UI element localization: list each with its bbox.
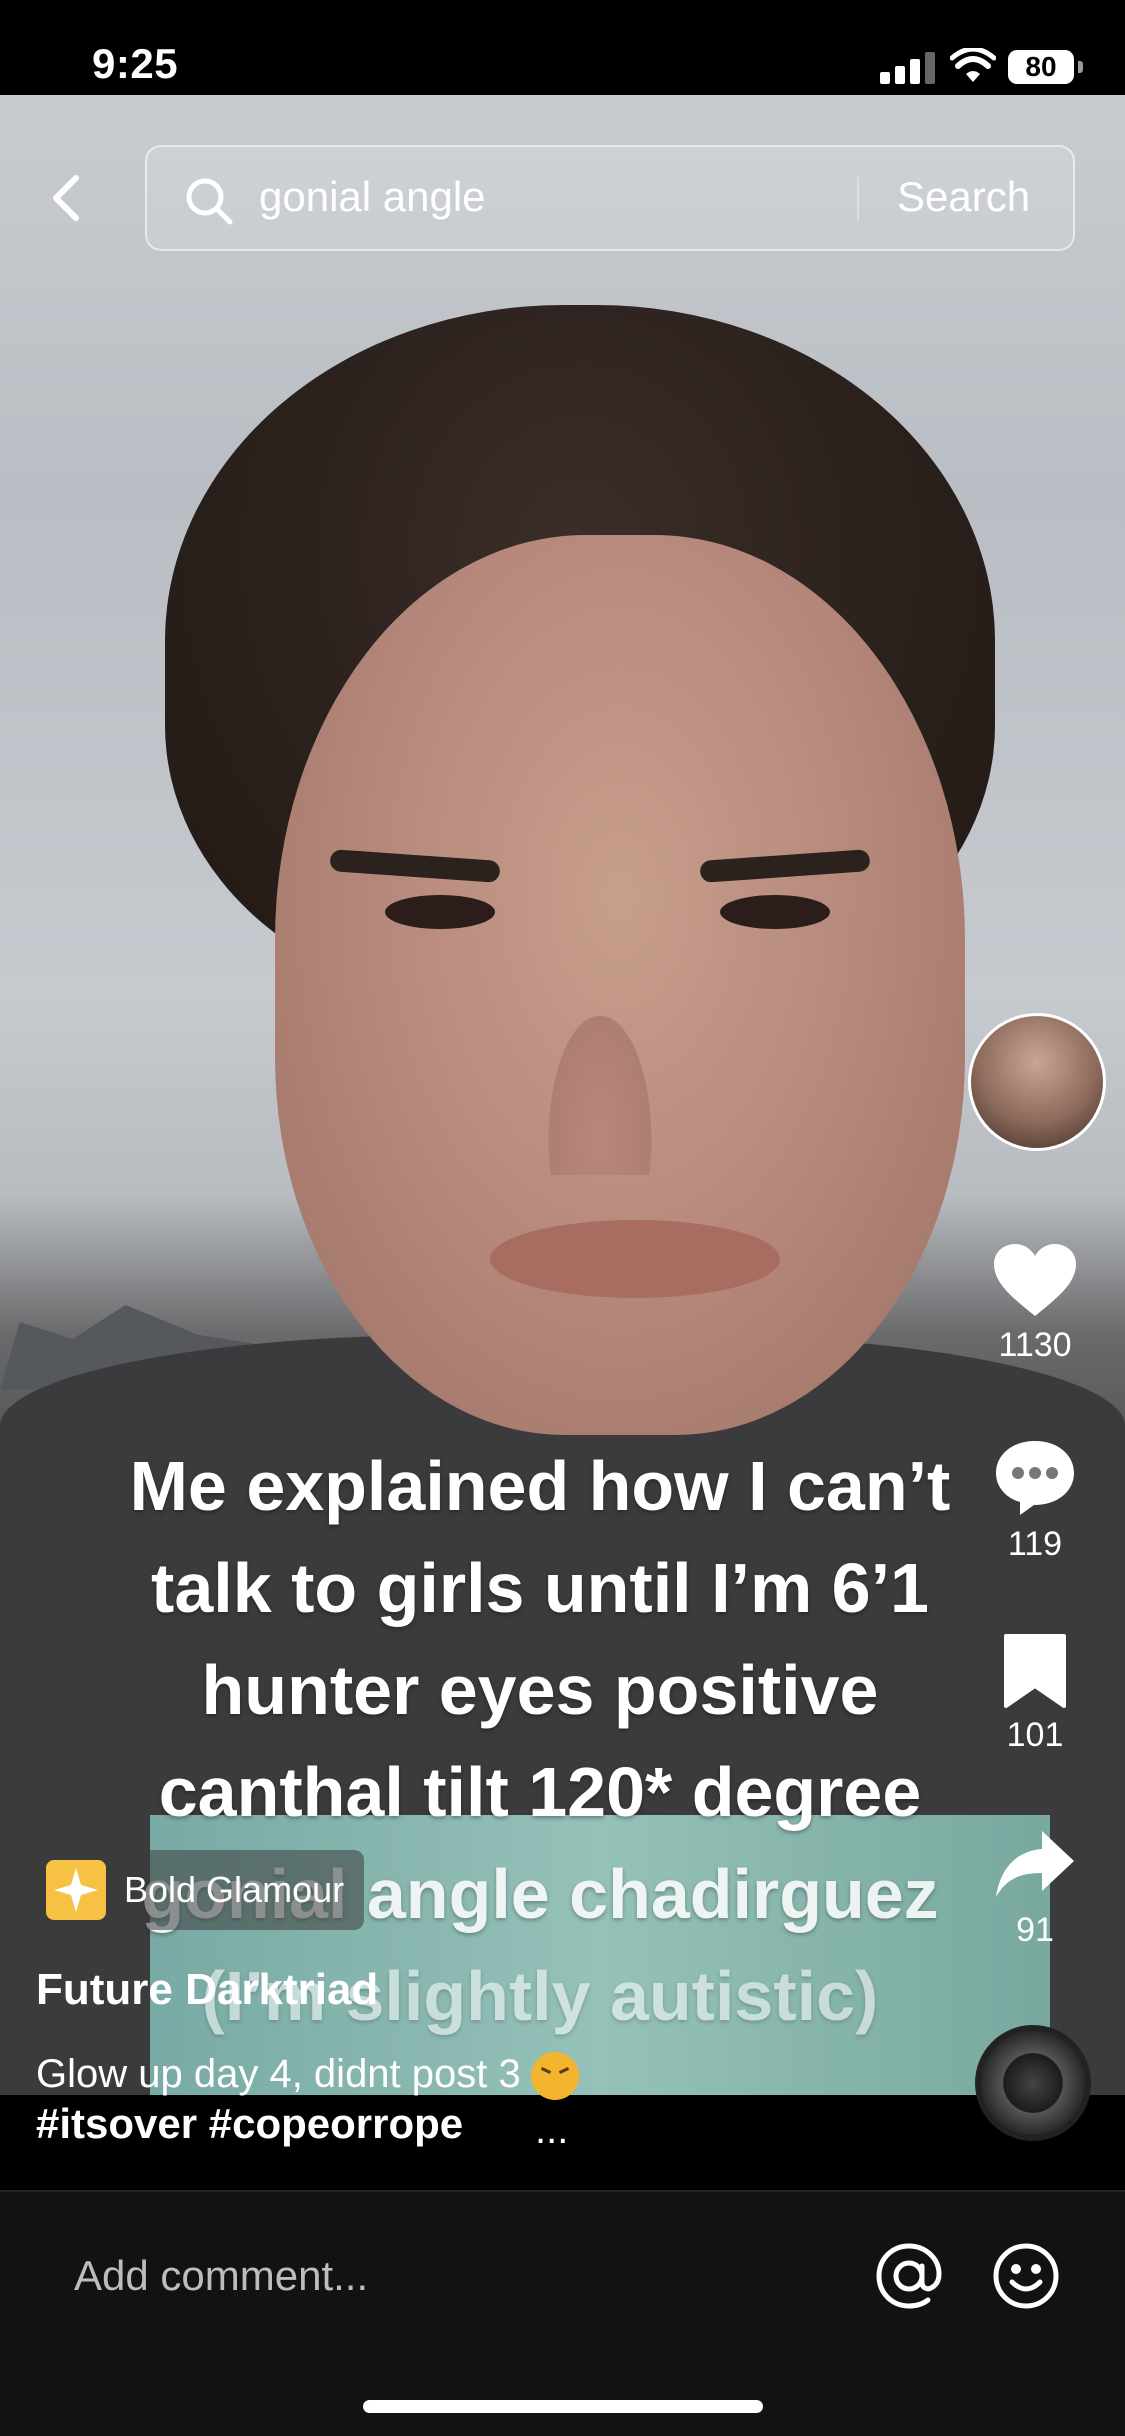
mouth (490, 1220, 780, 1298)
bookmark-icon (1004, 1634, 1066, 1708)
caption-line: canthal tilt 120* degree (158, 1753, 922, 1831)
bookmark-button[interactable]: 101 (960, 1630, 1110, 1755)
search-bar[interactable]: gonial angle Search (145, 145, 1075, 251)
creator-avatar[interactable] (968, 1013, 1106, 1151)
video-caption-overlay: Me explained how I can’t talk to girls u… (80, 1435, 1000, 2047)
comment-count: 119 (1007, 1525, 1063, 1563)
creator-username[interactable]: Future Darktriad (36, 1965, 378, 2015)
sparkle-icon (46, 1860, 106, 1920)
effect-name: Bold Glamour (124, 1869, 345, 1910)
persevering-face-emoji-icon (530, 2052, 579, 2101)
effect-tag[interactable]: Bold Glamour (30, 1850, 365, 1930)
search-divider (857, 177, 859, 221)
wifi-icon (950, 48, 996, 82)
nose (540, 995, 660, 1175)
add-comment-input[interactable]: Add comment... (74, 2252, 368, 2300)
back-chevron-icon[interactable] (40, 170, 96, 226)
tiktok-video-screen: 9:25 80 gonial angle Search Me explained… (0, 0, 1125, 2436)
at-sign-icon[interactable] (873, 2240, 945, 2312)
share-count: 91 (1016, 1911, 1054, 1949)
description-text: Glow up day 4, didnt post 3 (36, 2052, 521, 2096)
share-button[interactable]: 91 (960, 1825, 1110, 1950)
caption-line: hunter eyes positive (201, 1651, 879, 1729)
caption-line: talk to girls until I’m 6’1 (151, 1549, 929, 1627)
status-bar: 9:25 80 (0, 0, 1125, 95)
subject-face (275, 535, 965, 1435)
status-time: 9:25 (92, 40, 179, 87)
more-description-button[interactable]: ... (535, 2108, 568, 2153)
smiley-icon[interactable] (990, 2240, 1062, 2312)
music-disc-icon[interactable] (975, 2025, 1091, 2141)
comment-button[interactable]: 119 (960, 1435, 1110, 1564)
comment-bar: Add comment... (0, 2190, 1125, 2436)
bookmark-count: 101 (1006, 1716, 1064, 1754)
search-query-text[interactable]: gonial angle (259, 173, 486, 221)
left-eye (385, 895, 495, 929)
like-count: 1130 (998, 1326, 1072, 1364)
right-eye (720, 895, 830, 929)
search-button[interactable]: Search (897, 173, 1030, 221)
cellular-signal-icon (880, 50, 936, 84)
home-indicator[interactable] (363, 2400, 763, 2413)
post-hashtags[interactable]: #itsover #copeorrope (36, 2100, 484, 2148)
like-button[interactable]: 1130 (960, 1240, 1110, 1365)
search-icon (186, 178, 233, 225)
comment-bubble-icon (996, 1441, 1074, 1515)
caption-line: Me explained how I can’t (129, 1447, 951, 1525)
post-description: Glow up day 4, didnt post 3 (36, 2052, 579, 2101)
battery-icon: 80 (1008, 50, 1083, 84)
heart-icon (994, 1244, 1076, 1316)
share-arrow-icon (996, 1831, 1074, 1897)
